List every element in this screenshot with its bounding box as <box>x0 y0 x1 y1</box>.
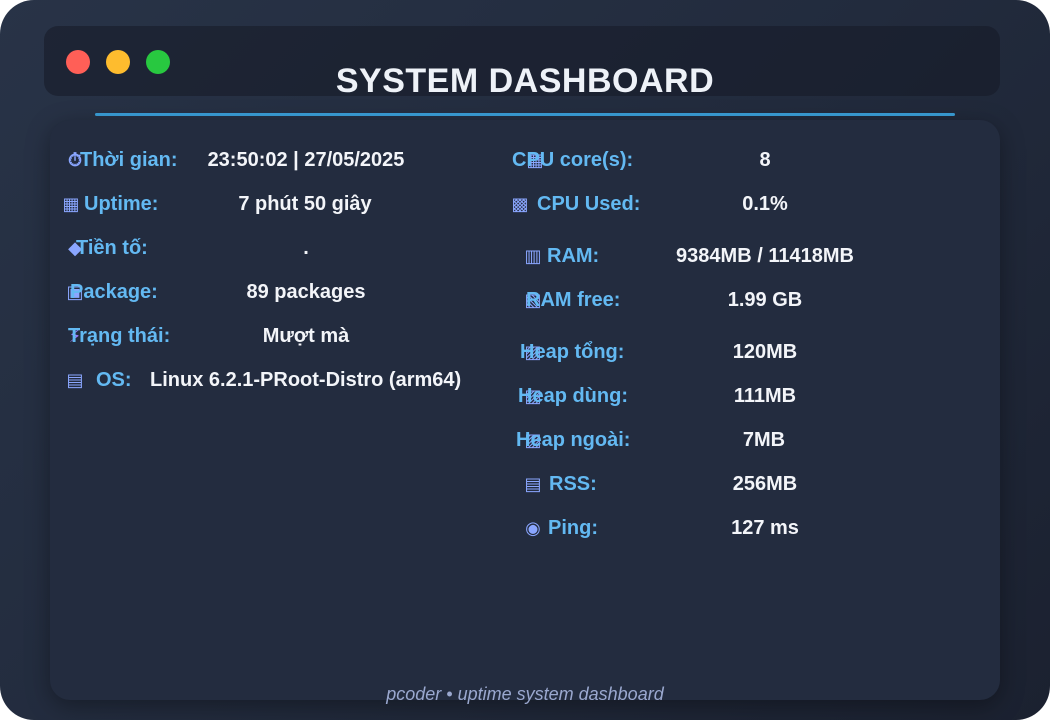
stat-value: Mượt mà <box>262 325 350 347</box>
stat-label: OS: <box>96 369 132 391</box>
stat-value: Linux 6.2.1-PRoot-Distro (arm64) <box>150 369 462 391</box>
stat-row-package: ▣ Package: 89 packages <box>60 278 460 306</box>
stat-label: RAM: <box>547 245 600 267</box>
stat-row-rss: ▤ RSS: 256MB <box>518 470 978 498</box>
stat-value: 256MB <box>732 473 798 495</box>
stat-row-heap-used: ▨ Heap dùng: 111MB <box>518 382 978 410</box>
stat-label: Thời gian: <box>80 149 178 171</box>
stat-value: 127 ms <box>731 517 799 539</box>
stat-label: Trạng thái: <box>68 325 171 347</box>
stat-label: CPU Used: <box>537 193 641 215</box>
stat-label: Package: <box>70 281 158 303</box>
rss-icon: ▤ <box>524 474 542 494</box>
stat-row-os: ▤ OS: Linux 6.2.1-PRoot-Distro (arm64) <box>60 366 480 394</box>
chart-icon: ▥ <box>524 246 542 266</box>
stat-label: RAM free: <box>526 289 621 311</box>
stat-value: 0.1% <box>742 193 788 215</box>
stat-value: 9384MB / 11418MB <box>676 245 854 267</box>
stat-row-heap-external: ▨ Heap ngoài: 7MB <box>516 426 976 454</box>
stat-row-status: ⚡ Trạng thái: Mượt mà <box>60 322 460 350</box>
ping-icon: ◉ <box>525 518 541 538</box>
stat-value: . <box>303 237 309 259</box>
stat-row-prefix: ◆ Tiền tố: . <box>60 234 460 262</box>
stat-label: Tiền tố: <box>76 237 148 259</box>
stat-value: 8 <box>759 149 771 171</box>
calendar-icon: ▦ <box>62 194 80 214</box>
stat-label: Heap ngoài: <box>516 429 631 451</box>
stat-value: 1.99 GB <box>727 289 803 311</box>
stat-row-heap-total: ▨ Heap tổng: 120MB <box>518 338 978 366</box>
footer-text: pcoder • uptime system dashboard <box>386 684 664 704</box>
page-title: SYSTEM DASHBOARD <box>335 62 715 100</box>
stat-row-ram: ▥ RAM: 9384MB / 11418MB <box>518 242 978 270</box>
stat-value: 111MB <box>733 385 797 407</box>
stat-value: 7 phút 50 giây <box>238 193 372 215</box>
stat-row-ping: ◉ Ping: 127 ms <box>518 514 978 542</box>
stat-label: RSS: <box>549 473 597 495</box>
stat-row-time: ⏱ Thời gian: 23:50:02 | 27/05/2025 <box>60 146 460 174</box>
cpu-chart-icon: ▩ <box>511 194 529 214</box>
stat-row-ram-free: ▧ RAM free: 1.99 GB <box>518 286 978 314</box>
stat-label: Ping: <box>548 517 598 539</box>
title-divider <box>95 113 955 116</box>
stat-label: Uptime: <box>84 193 159 215</box>
stat-label: CPU core(s): <box>512 149 634 171</box>
stat-row-uptime: ▦ Uptime: 7 phút 50 giây <box>60 190 460 218</box>
stat-value: 120MB <box>732 341 798 363</box>
stat-row-cpu-cores: ▦ CPU core(s): 8 <box>510 146 970 174</box>
stat-row-cpu-used: ▩ CPU Used: 0.1% <box>505 190 965 218</box>
clipboard-icon: ▤ <box>66 370 84 390</box>
dashboard-window: SYSTEM DASHBOARD ⏱ Thời gian: 23:50:02 |… <box>0 0 1050 720</box>
stat-value: 89 packages <box>246 281 366 303</box>
stat-value: 23:50:02 | 27/05/2025 <box>207 149 405 171</box>
stat-label: Heap dùng: <box>518 385 628 407</box>
stat-label: Heap tổng: <box>520 341 625 363</box>
stat-value: 7MB <box>742 429 786 451</box>
